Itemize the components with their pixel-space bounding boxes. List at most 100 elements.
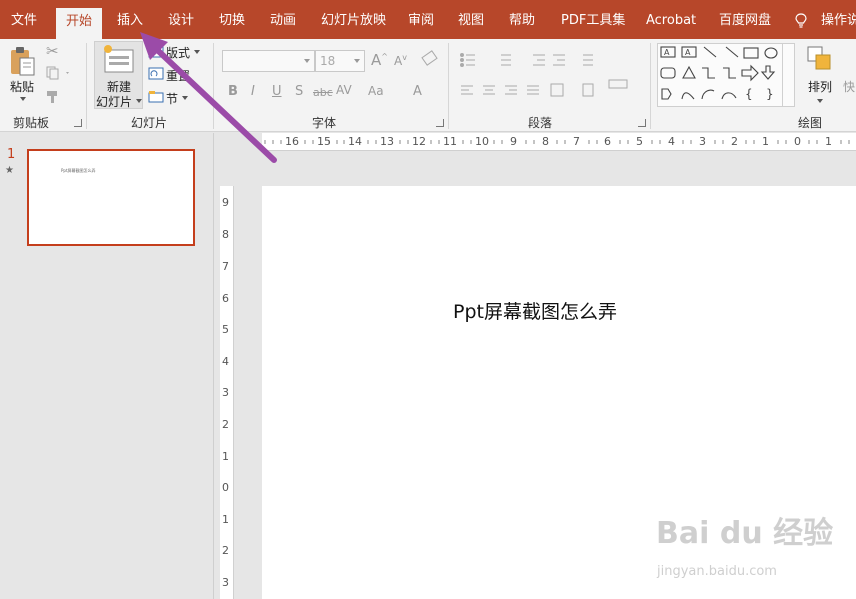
char-spacing-icon[interactable]: AV [336,83,352,97]
svg-text:A: A [664,48,670,57]
tab-animations[interactable]: 动画 [270,0,296,39]
copy-icon[interactable] [46,66,72,80]
change-case-icon[interactable]: Aa [368,84,384,98]
ruler-label: 5 [222,323,229,336]
slide-number: 1 [7,147,16,162]
tab-help[interactable]: 帮助 [509,0,535,39]
ruler-label: 1 [222,513,229,526]
group-divider [86,43,87,129]
ruler-label: 1 [762,135,769,148]
ruler-label: 6 [222,292,229,305]
layout-icon [148,45,164,58]
section-dropdown-icon[interactable] [182,96,188,100]
shapes-icon: A A { } [660,46,778,101]
ruler-label: 2 [222,418,229,431]
font-launcher-icon[interactable] [436,119,444,127]
underline-icon[interactable]: U [272,84,282,99]
paragraph-tools-icon[interactable] [459,52,639,110]
ruler-label: 12 [412,135,426,148]
ruler-label: 5 [636,135,643,148]
chevron-down-icon [354,59,360,63]
group-divider [213,43,214,129]
tab-view[interactable]: 视图 [458,0,484,39]
format-painter-icon[interactable] [46,90,64,104]
new-slide-label-line2: 幻灯片 [96,95,133,109]
arrange-button[interactable]: 排列 [808,78,832,95]
baidu-watermark-url: jingyan.baidu.com [657,564,777,579]
ruler-label: 11 [443,135,457,148]
layout-button[interactable]: 版式 [166,44,190,61]
ruler-label: 7 [222,260,229,273]
svg-text:{: { [745,87,753,101]
section-icon [148,91,164,103]
font-size-box[interactable]: 18 [315,50,365,72]
paragraph-launcher-icon[interactable] [638,119,646,127]
star-icon: ★ [5,165,14,176]
tab-design[interactable]: 设计 [168,0,194,39]
ruler-label: 13 [380,135,394,148]
ruler-label: 6 [604,135,611,148]
ruler-label: 4 [222,355,229,368]
ruler-label: 0 [794,135,801,148]
ruler-label: 3 [699,135,706,148]
ruler-label: 9 [222,196,229,209]
font-name-box[interactable] [222,50,315,72]
ruler-label: 3 [222,576,229,589]
ruler-label: 2 [731,135,738,148]
strikethrough-icon[interactable]: abc [313,86,333,99]
tab-slideshow[interactable]: 幻灯片放映 [321,0,386,39]
ruler-label: 4 [668,135,675,148]
quick-styles-button[interactable]: 快 [843,78,855,95]
tab-file[interactable]: 文件 [11,0,37,39]
font-color-icon[interactable]: A [413,84,422,99]
chevron-down-icon [304,59,310,63]
slide-thumbnail[interactable]: Ppt屏幕截图怎么弄 [27,149,195,246]
arrange-dropdown-icon[interactable] [817,99,823,103]
tab-insert[interactable]: 插入 [117,0,143,39]
paragraph-group-label: 段落 [528,116,553,130]
tab-acrobat[interactable]: Acrobat [646,0,696,39]
paste-button[interactable]: 粘贴 [10,78,34,95]
thumbnail-title: Ppt屏幕截图怎么弄 [61,168,96,173]
svg-text:}: } [766,87,774,101]
ruler-label: 1 [222,450,229,463]
cut-icon[interactable]: ✂ [46,42,59,60]
tab-review[interactable]: 审阅 [408,0,434,39]
tab-baidu-netdisk[interactable]: 百度网盘 [719,0,771,39]
tab-home[interactable]: 开始 [56,8,103,39]
text-shadow-icon[interactable]: S [295,84,303,99]
gallery-scroll[interactable] [782,44,795,106]
svg-text:A: A [685,48,691,57]
section-button[interactable]: 节 [166,90,178,107]
vertical-ruler[interactable]: 9 8 7 6 5 4 3 2 1 0 1 2 3 [220,186,234,599]
tab-pdf-tools[interactable]: PDF工具集 [561,0,625,39]
font-group-label: 字体 [312,116,337,130]
ruler-label: 15 [317,135,331,148]
horizontal-ruler[interactable]: 16 15 14 13 12 11 10 9 8 7 6 5 4 3 2 1 0… [262,133,856,151]
paste-dropdown-icon[interactable] [20,97,26,101]
clipboard-launcher-icon[interactable] [74,119,82,127]
increase-font-icon[interactable]: A^ [371,51,388,69]
clear-formatting-icon[interactable] [421,50,438,66]
bold-icon[interactable]: B [228,84,238,99]
ruler-label: 3 [222,386,229,399]
drawing-group-label: 绘图 [798,116,823,130]
ruler-label: 0 [222,481,229,494]
slide-title-text[interactable]: Ppt屏幕截图怎么弄 [453,297,617,324]
decrease-font-icon[interactable]: Av [394,53,407,68]
tab-transitions[interactable]: 切换 [219,0,245,39]
ruler-label: 7 [573,135,580,148]
ruler-label: 14 [348,135,362,148]
paste-icon[interactable] [9,45,37,77]
ruler-label: 8 [222,228,229,241]
layout-dropdown-icon[interactable] [194,50,200,54]
italic-icon[interactable]: I [251,84,255,99]
ruler-label: 8 [542,135,549,148]
tell-me-search[interactable]: 操作说 [821,0,856,39]
new-slide-dropdown-icon[interactable] [136,99,142,103]
reset-button[interactable]: 重置 [166,67,190,84]
clipboard-group-label: 剪贴板 [13,116,50,130]
group-divider [650,43,651,129]
shapes-gallery[interactable]: A A { } [657,43,795,107]
ruler-label: 16 [285,135,299,148]
